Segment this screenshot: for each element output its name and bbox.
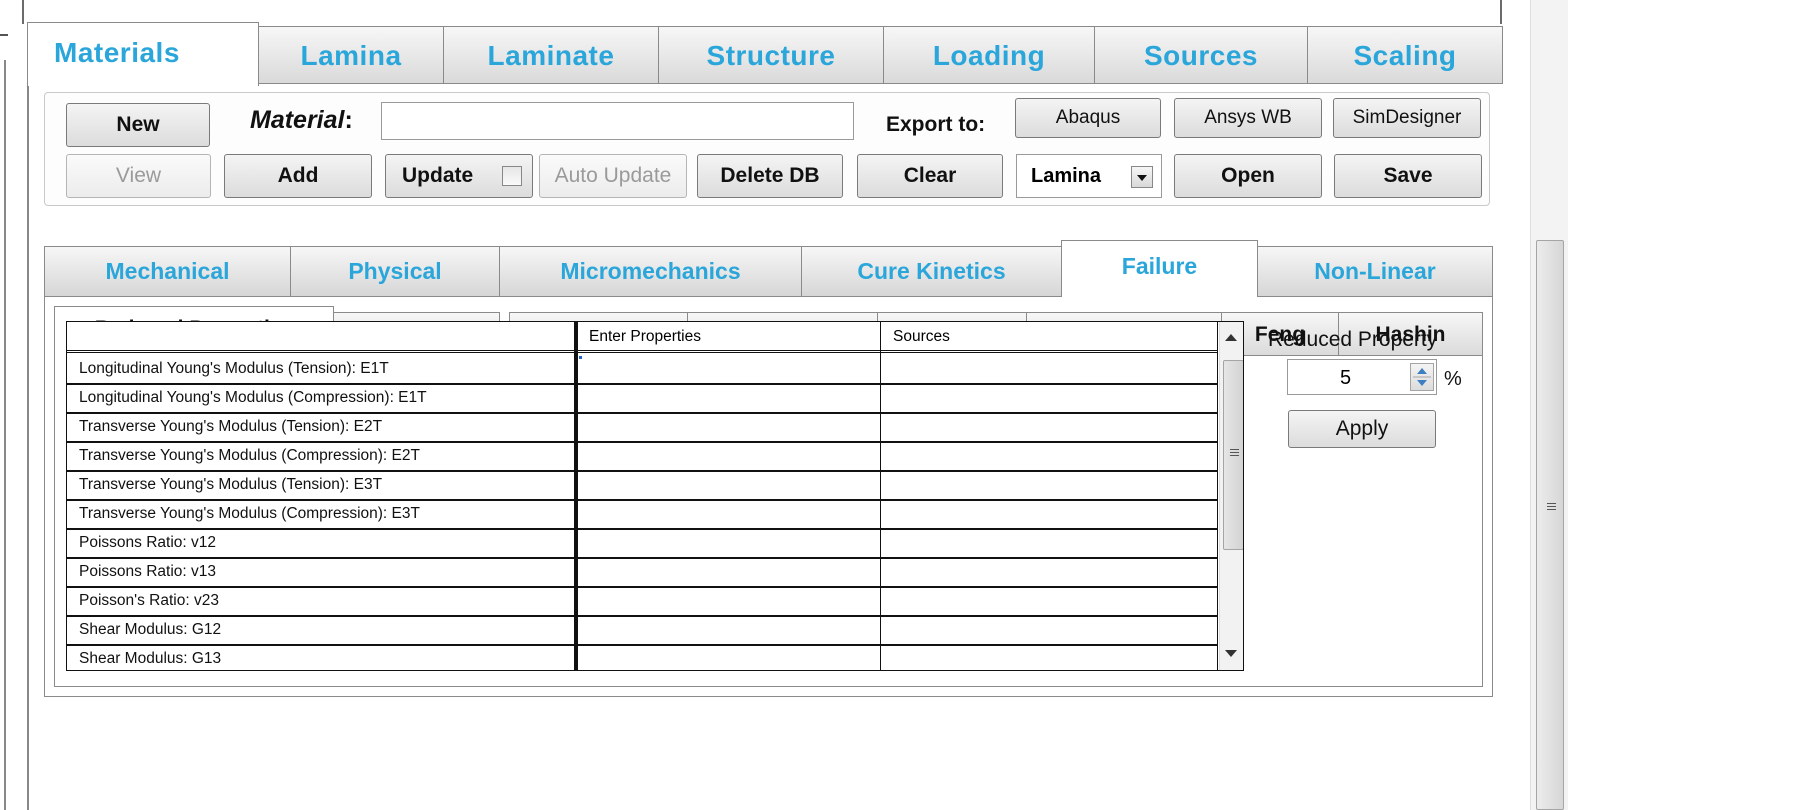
tab-laminate[interactable]: Laminate — [443, 26, 659, 84]
reduced-property-label: Reduced Property — [1268, 328, 1438, 351]
tab-scaling[interactable]: Scaling — [1307, 26, 1503, 84]
table-row[interactable]: Transverse Young's Modulus (Tension): E2… — [67, 414, 1217, 443]
tab-micromechanics[interactable]: Micromechanics — [499, 246, 802, 296]
tab-lamina[interactable]: Lamina — [258, 26, 444, 84]
delete-db-button[interactable]: Delete DB — [697, 154, 843, 198]
update-button[interactable]: Update — [385, 154, 533, 198]
row-label: Shear Modulus: G12 — [79, 621, 222, 638]
properties-grid: Enter Properties Sources Longitudinal Yo… — [66, 321, 1244, 671]
row-label: Longitudinal Young's Modulus (Compressio… — [79, 389, 427, 406]
scroll-up-icon[interactable] — [1225, 334, 1237, 341]
left-edge-tick — [0, 34, 8, 36]
export-abaqus-button[interactable]: Abaqus — [1015, 98, 1161, 138]
grid-col-separator-3 — [1217, 322, 1218, 670]
row-label: Longitudinal Young's Modulus (Tension): … — [79, 360, 389, 377]
material-name-input[interactable] — [381, 102, 854, 140]
tab-physical[interactable]: Physical — [290, 246, 500, 296]
save-button[interactable]: Save — [1334, 154, 1482, 198]
scroll-down-icon[interactable] — [1225, 650, 1237, 657]
spinner-arrows-icon[interactable] — [1410, 363, 1434, 391]
tab-structure[interactable]: Structure — [658, 26, 884, 84]
add-button[interactable]: Add — [224, 154, 372, 198]
table-row[interactable]: Shear Modulus: G12 — [67, 617, 1217, 646]
table-row[interactable]: Poissons Ratio: v12 — [67, 530, 1217, 559]
tab-sources[interactable]: Sources — [1094, 26, 1308, 84]
table-row[interactable]: Shear Modulus: G13 — [67, 646, 1217, 670]
export-to-label: Export to: — [886, 113, 986, 136]
table-row[interactable]: Transverse Young's Modulus (Tension): E3… — [67, 472, 1217, 501]
grid-col-separator-1 — [574, 322, 578, 670]
tab-strip-underline — [259, 83, 1503, 84]
new-button[interactable]: New — [66, 103, 210, 147]
export-type-dropdown[interactable]: Lamina — [1016, 154, 1162, 198]
row-label: Transverse Young's Modulus (Tension): E3… — [79, 476, 383, 493]
percent-unit: % — [1444, 368, 1462, 390]
reduced-property-spinner[interactable]: 5 — [1287, 359, 1437, 395]
table-row[interactable]: Transverse Young's Modulus (Compression)… — [67, 443, 1217, 472]
open-button[interactable]: Open — [1174, 154, 1322, 198]
window-grip-icon-middle — [1547, 506, 1556, 507]
table-row[interactable]: Poissons Ratio: v13 — [67, 559, 1217, 588]
window-scrollbar[interactable] — [1530, 0, 1568, 810]
window-border-left — [22, 0, 24, 24]
grid-header-row: Enter Properties Sources — [67, 322, 1217, 353]
grid-header-sources: Sources — [893, 328, 950, 345]
update-label: Update — [402, 164, 474, 187]
tab-loading[interactable]: Loading — [883, 26, 1095, 84]
table-row[interactable]: Longitudinal Young's Modulus (Compressio… — [67, 385, 1217, 414]
row-label: Transverse Young's Modulus (Compression)… — [79, 447, 420, 464]
failure-panel-topline-left — [44, 296, 1062, 297]
apply-button[interactable]: Apply — [1288, 410, 1436, 448]
dropdown-value: Lamina — [1031, 165, 1102, 187]
update-checkbox[interactable] — [502, 166, 522, 186]
table-row[interactable]: Transverse Young's Modulus (Compression)… — [67, 501, 1217, 530]
row-label: Poisson's Ratio: v23 — [79, 592, 219, 609]
row-label: Poissons Ratio: v13 — [79, 563, 216, 580]
tab-materials[interactable]: Materials — [27, 22, 259, 86]
table-row[interactable]: Longitudinal Young's Modulus (Tension): … — [67, 356, 1217, 385]
window-scroll-thumb[interactable] — [1536, 240, 1564, 810]
export-ansys-wb-button[interactable]: Ansys WB — [1174, 98, 1322, 138]
row-label: Transverse Young's Modulus (Compression)… — [79, 505, 420, 522]
tab-cure-kinetics[interactable]: Cure Kinetics — [801, 246, 1062, 296]
view-button[interactable]: View — [66, 154, 211, 198]
export-simdesigner-button[interactable]: SimDesigner — [1333, 98, 1481, 138]
reduced-property-value: 5 — [1340, 367, 1352, 389]
row-label: Poissons Ratio: v12 — [79, 534, 216, 551]
content-left-border — [27, 80, 29, 810]
grid-col-separator-2 — [880, 322, 881, 670]
failure-panel-topline-right — [1257, 296, 1493, 297]
tab-mechanical[interactable]: Mechanical — [44, 246, 291, 296]
scroll-thumb[interactable] — [1223, 360, 1243, 550]
grip-icon-middle — [1230, 452, 1239, 453]
cell-cursor-marker — [579, 356, 582, 359]
row-label: Transverse Young's Modulus (Tension): E2… — [79, 418, 383, 435]
left-edge-line — [4, 60, 6, 810]
grid-scrollbar[interactable] — [1219, 322, 1243, 670]
tab-non-linear[interactable]: Non-Linear — [1257, 246, 1493, 296]
row-label: Shear Modulus: G13 — [79, 650, 222, 667]
grid-header-enter-properties: Enter Properties — [589, 328, 701, 345]
clear-button[interactable]: Clear — [857, 154, 1003, 198]
tab-failure[interactable]: Failure — [1061, 240, 1258, 298]
chevron-down-icon[interactable] — [1131, 166, 1153, 188]
table-row[interactable]: Poisson's Ratio: v23 — [67, 588, 1217, 617]
material-label: Material: — [250, 106, 353, 134]
auto-update-button[interactable]: Auto Update — [539, 154, 687, 198]
